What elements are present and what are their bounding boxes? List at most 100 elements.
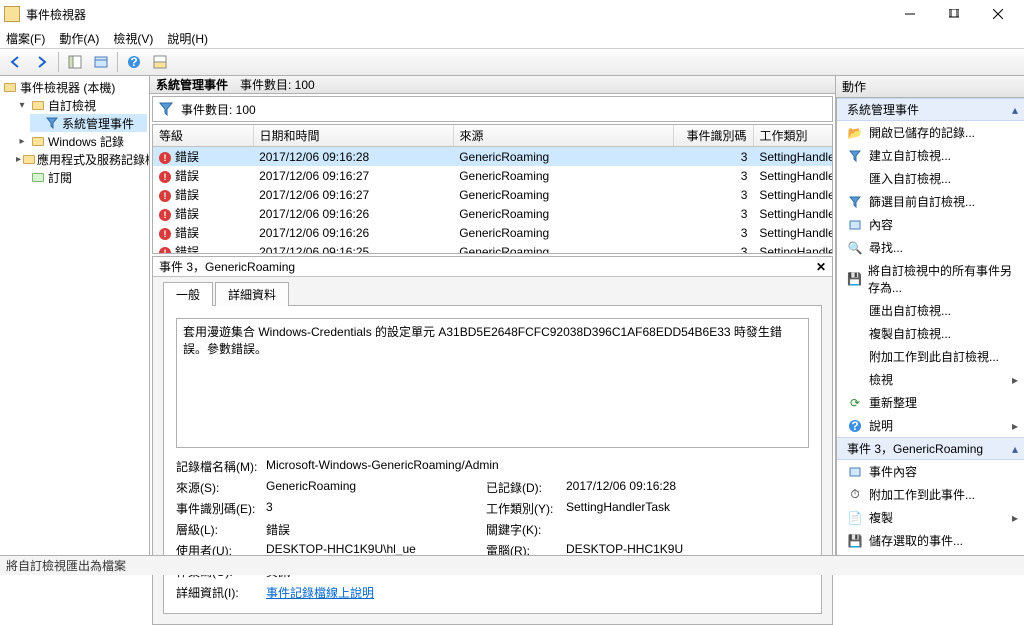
error-icon: ! (159, 228, 171, 240)
action-copy[interactable]: 📄複製▸ (837, 506, 1024, 529)
submenu-arrow-icon: ▸ (1012, 511, 1018, 525)
collapse-icon[interactable]: ▴ (1012, 103, 1018, 117)
tree-windows-logs[interactable]: ▸ Windows 記錄 (16, 132, 147, 150)
collapse-icon[interactable]: ▴ (1012, 442, 1018, 456)
action-properties[interactable]: 內容 (837, 213, 1024, 236)
action-find[interactable]: 🔍尋找... (837, 236, 1024, 259)
event-grid[interactable]: 等級 日期和時間 來源 事件識別碼 工作類別 !錯誤2017/12/06 09:… (152, 124, 833, 254)
tree-app-services[interactable]: ▸ 應用程式及服務記錄檔 (16, 150, 147, 168)
save-icon: 💾 (847, 533, 863, 549)
main-area: 事件檢視器 (本機) ▾ 自訂檢視 系統管理事件 ▸ Windows 記錄 (0, 76, 1024, 555)
tree-label: Windows 記錄 (48, 133, 124, 150)
col-date[interactable]: 日期和時間 (253, 125, 453, 147)
svg-text:?: ? (851, 419, 858, 433)
eventviewer-icon (2, 80, 18, 94)
error-icon: ! (159, 171, 171, 183)
save-icon: 💾 (847, 271, 862, 287)
tab-details[interactable]: 詳細資料 (215, 282, 289, 306)
menu-help[interactable]: 說明(H) (167, 30, 208, 47)
close-button[interactable] (976, 0, 1020, 28)
maximize-button[interactable] (932, 0, 976, 28)
filter-icon (847, 148, 863, 164)
menu-action[interactable]: 動作(A) (59, 30, 99, 47)
action-create-view[interactable]: 建立自訂檢視... (837, 144, 1024, 167)
action-help[interactable]: ?說明▸ (837, 414, 1024, 437)
back-button[interactable] (4, 51, 28, 73)
tree-root[interactable]: 事件檢視器 (本機) (2, 78, 147, 96)
col-task[interactable]: 工作類別 (753, 125, 833, 147)
caret-down-icon[interactable]: ▾ (16, 100, 28, 111)
action-refresh[interactable]: ⟳重新整理 (837, 391, 1024, 414)
caret-right-icon[interactable]: ▸ (16, 136, 28, 147)
help-icon: ? (847, 418, 863, 434)
table-row[interactable]: !錯誤2017/12/06 09:16:28GenericRoaming3Set… (153, 147, 833, 166)
properties-button[interactable] (89, 51, 113, 73)
tree-sysmgmt-events[interactable]: 系統管理事件 (30, 114, 147, 132)
view-icon (847, 372, 863, 388)
center-pane: 系統管理事件 事件數目: 100 事件數目: 100 等級 日期和時間 來源 事… (150, 76, 836, 555)
action-view[interactable]: 檢視▸ (837, 368, 1024, 391)
filter-icon (847, 194, 863, 210)
action-export-view[interactable]: 匯出自訂檢視... (837, 299, 1024, 322)
tree-label: 自訂檢視 (48, 97, 96, 114)
detail-header: 事件 3，GenericRoaming ✕ (153, 257, 832, 277)
show-hide-tree-button[interactable] (63, 51, 87, 73)
prop-value: SettingHandlerTask (566, 500, 786, 517)
folder-icon (23, 152, 35, 166)
status-text: 將自訂檢視匯出為檔案 (6, 557, 126, 574)
prop-value: 錯誤 (266, 521, 486, 538)
online-help-link[interactable]: 事件記錄檔線上說明 (266, 584, 786, 601)
prop-label: 關鍵字(K): (486, 521, 566, 538)
tree-root-label: 事件檢視器 (本機) (20, 79, 115, 96)
forward-button[interactable] (30, 51, 54, 73)
filter-bar: 事件數目: 100 (152, 96, 833, 122)
error-icon: ! (159, 209, 171, 221)
action-save-selected[interactable]: 💾儲存選取的事件... (837, 529, 1024, 552)
subscriptions-icon (30, 170, 46, 184)
table-row[interactable]: !錯誤2017/12/06 09:16:25GenericRoaming3Set… (153, 242, 833, 254)
submenu-arrow-icon: ▸ (1012, 373, 1018, 387)
prop-value: GenericRoaming (266, 479, 486, 496)
pane-count: 事件數目: 100 (240, 76, 315, 93)
menubar: 檔案(F) 動作(A) 檢視(V) 說明(H) (0, 28, 1024, 48)
action-attach-task-event[interactable]: ⏱附加工作到此事件... (837, 483, 1024, 506)
prop-label: 記錄檔名稱(M): (176, 458, 266, 475)
prop-label: 詳細資訊(I): (176, 584, 266, 601)
action-event-props[interactable]: 事件內容 (837, 460, 1024, 483)
prop-value (566, 521, 786, 538)
detail-close-button[interactable]: ✕ (816, 260, 826, 274)
col-eventid[interactable]: 事件識別碼 (673, 125, 753, 147)
table-row[interactable]: !錯誤2017/12/06 09:16:26GenericRoaming3Set… (153, 223, 833, 242)
svg-text:?: ? (130, 55, 137, 69)
tab-general[interactable]: 一般 (163, 282, 213, 306)
action-saveall[interactable]: 💾將自訂檢視中的所有事件另存為... (837, 259, 1024, 299)
action-filter-view[interactable]: 篩選目前自訂檢視... (837, 190, 1024, 213)
action-attach-task[interactable]: 附加工作到此自訂檢視... (837, 345, 1024, 368)
action-import-view[interactable]: 匯入自訂檢視... (837, 167, 1024, 190)
action-group-2[interactable]: 事件 3，GenericRoaming▴ (837, 437, 1024, 460)
tree-custom-views[interactable]: ▾ 自訂檢視 (16, 96, 147, 114)
col-level[interactable]: 等級 (153, 125, 253, 147)
action-group-1[interactable]: 系統管理事件▴ (837, 98, 1024, 121)
col-source[interactable]: 來源 (453, 125, 673, 147)
action-open-saved[interactable]: 📂開啟已儲存的記錄... (837, 121, 1024, 144)
prop-label: 層級(L): (176, 521, 266, 538)
caret-right-icon[interactable]: ▸ (16, 154, 21, 165)
tree-subscriptions[interactable]: 訂閱 (16, 168, 147, 186)
error-icon: ! (159, 190, 171, 202)
menu-file[interactable]: 檔案(F) (6, 30, 45, 47)
minimize-button[interactable] (888, 0, 932, 28)
toolbar-separator (58, 52, 59, 72)
table-row[interactable]: !錯誤2017/12/06 09:16:27GenericRoaming3Set… (153, 185, 833, 204)
preview-pane-button[interactable] (148, 51, 172, 73)
table-row[interactable]: !錯誤2017/12/06 09:16:27GenericRoaming3Set… (153, 166, 833, 185)
action-copy-view[interactable]: 複製自訂檢視... (837, 322, 1024, 345)
nav-tree[interactable]: 事件檢視器 (本機) ▾ 自訂檢視 系統管理事件 ▸ Windows 記錄 (0, 76, 150, 555)
detail-title: 事件 3，GenericRoaming (159, 258, 295, 275)
properties-icon (847, 464, 863, 480)
event-message[interactable]: 套用漫遊集合 Windows-Credentials 的設定單元 A31BD5E… (176, 318, 809, 448)
folder-icon (30, 134, 46, 148)
help-button[interactable]: ? (122, 51, 146, 73)
table-row[interactable]: !錯誤2017/12/06 09:16:26GenericRoaming3Set… (153, 204, 833, 223)
menu-view[interactable]: 檢視(V) (113, 30, 153, 47)
